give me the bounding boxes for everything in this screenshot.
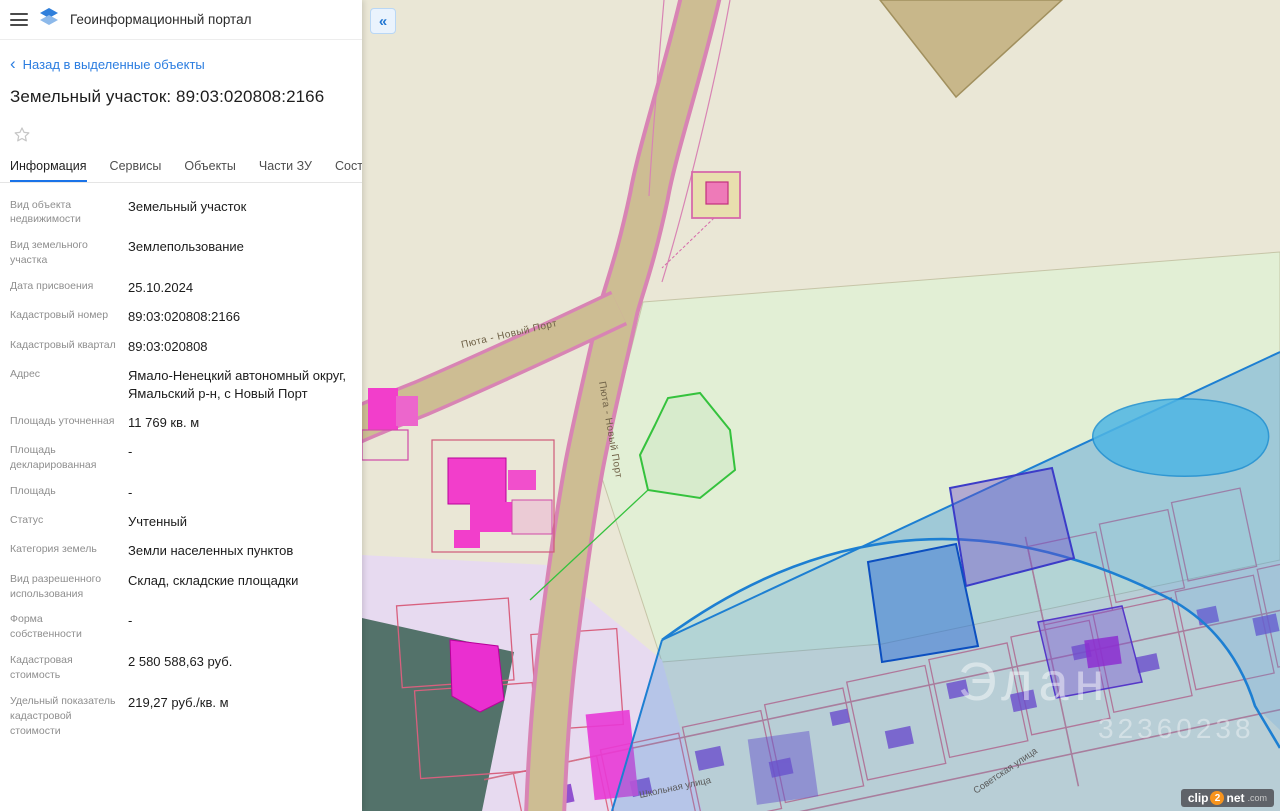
clip2net-part4: .com [1247, 793, 1267, 803]
field-row: Площадь декларированная - [10, 438, 352, 479]
field-value: Землепользование [128, 239, 244, 255]
field-label: Кадастровый номер [10, 309, 109, 322]
field-label: Площадь уточненная [10, 415, 115, 428]
map-area[interactable]: Пюта - Новый Порт Пюта - Новый Порт Школ… [362, 0, 1280, 811]
field-row: Кадастровый квартал 89:03:020808 [10, 332, 352, 361]
top-bar: Геоинформационный портал [0, 0, 362, 40]
field-label: Форма собственности [10, 613, 82, 641]
field-value: 219,27 руб./кв. м [128, 695, 229, 711]
field-row: Статус Учтенный [10, 508, 352, 537]
field-row: Площадь - [10, 479, 352, 508]
tab-1[interactable]: Информация [10, 151, 87, 182]
field-value: 2 580 588,63 руб. [128, 654, 233, 670]
field-value: Склад, складские площадки [128, 572, 299, 588]
field-row: Вид разрешенного использования Склад, скл… [10, 566, 352, 607]
map-canvas[interactable]: Пюта - Новый Порт Пюта - Новый Порт Школ… [362, 0, 1280, 811]
field-row: Вид земельного участка Землепользование [10, 233, 352, 274]
app-title: Геоинформационный портал [70, 12, 252, 27]
field-row: Кадастровая стоимость 2 580 588,63 руб. [10, 648, 352, 689]
field-row: Вид объекта недвижимости Земельный участо… [10, 192, 352, 233]
field-value: - [128, 613, 133, 629]
tabs-bar: ИнформацияСервисыОбъектыЧасти ЗУСостав▸ [0, 151, 362, 183]
field-row: Категория земель Земли населенных пунктов [10, 537, 352, 566]
tab-2[interactable]: Сервисы [110, 151, 162, 182]
menu-icon[interactable] [10, 11, 28, 28]
page-title: Земельный участок: 89:03:020808:2166 [10, 87, 325, 106]
field-row: Дата присвоения 25.10.2024 [10, 274, 352, 303]
tab-4[interactable]: Части ЗУ [259, 151, 312, 182]
field-row: Удельный показатель кадастровой стоимост… [10, 689, 352, 745]
collapse-panel-button[interactable]: « [370, 8, 396, 34]
favorite-star-button[interactable] [10, 123, 34, 147]
field-value: 11 769 кв. м [128, 415, 200, 431]
watermark-text-digits: 32360238 [1098, 713, 1255, 744]
field-row: Адрес Ямало-Ненецкий автономный округ, Ям… [10, 361, 352, 408]
field-label: Статус [10, 514, 44, 527]
field-label: Кадастровая стоимость [10, 654, 73, 682]
field-label: Категория земель [10, 543, 97, 556]
field-value: Ямало-Ненецкий автономный округ, Ямальск… [128, 367, 347, 401]
back-link-label: Назад в выделенные объекты [22, 57, 205, 72]
field-value: 25.10.2024 [128, 280, 194, 296]
field-label: Площадь [10, 485, 56, 498]
field-label: Вид разрешенного использования [10, 572, 102, 600]
field-label: Кадастровый квартал [10, 338, 116, 351]
field-label: Адрес [10, 367, 41, 380]
back-chevron-icon: ‹ [10, 54, 16, 73]
field-row: Площадь уточненная 11 769 кв. м [10, 409, 352, 438]
info-panel: Геоинформационный портал ‹ Назад в выдел… [0, 0, 362, 811]
geoportal-app: Геоинформационный портал ‹ Назад в выдел… [0, 0, 1280, 811]
field-value: - [128, 485, 133, 501]
field-value: Земли населенных пунктов [128, 543, 294, 559]
tab-5[interactable]: Состав [335, 151, 362, 182]
field-label: Дата присвоения [10, 280, 94, 293]
field-label: Площадь декларированная [10, 444, 97, 472]
clip2net-part2: 2 [1210, 791, 1225, 805]
field-label: Вид земельного участка [10, 239, 88, 267]
pond [1092, 398, 1270, 478]
field-value: - [128, 444, 133, 460]
field-value: 89:03:020808:2166 [128, 309, 241, 325]
tab-3[interactable]: Объекты [184, 151, 236, 182]
star-icon [14, 127, 30, 142]
attributes-list: Вид объекта недвижимости Земельный участо… [0, 183, 362, 754]
watermark-text-large: Элан [958, 652, 1110, 712]
field-row: Кадастровый номер 89:03:020808:2166 [10, 303, 352, 332]
field-value: 89:03:020808 [128, 338, 208, 354]
field-value: Земельный участок [128, 198, 247, 214]
field-row: Форма собственности - [10, 607, 352, 648]
field-value: Учтенный [128, 514, 188, 530]
app-logo [38, 6, 60, 33]
clip2net-part3: net [1226, 791, 1245, 805]
clip2net-watermark: clip 2 net .com [1180, 789, 1274, 807]
back-link[interactable]: ‹ Назад в выделенные объекты [10, 54, 352, 73]
clip2net-part1: clip [1187, 791, 1209, 805]
field-label: Вид объекта недвижимости [10, 198, 81, 226]
field-label: Удельный показатель кадастровой стоимост… [10, 695, 116, 737]
